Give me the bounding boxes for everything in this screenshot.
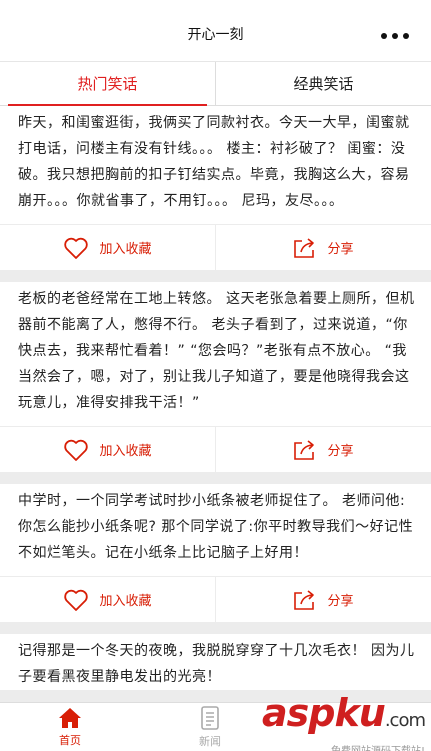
joke-list: 昨天，和闺蜜逛街，我俩买了同款衬衣。今天一大早，闺蜜就打电话，问楼主有没有针线。… <box>0 106 431 702</box>
joke-text: 中学时，一个同学考试时抄小纸条被老师捉住了。 老师问他:你怎么能抄小纸条呢? 那… <box>18 493 414 561</box>
joke-text: 昨天，和闺蜜逛街，我俩买了同款衬衣。今天一大早，闺蜜就打电话，问楼主有没有针线。… <box>18 115 410 209</box>
favorite-button[interactable]: 加入收藏 <box>0 225 215 270</box>
page-title: 开心一刻 <box>187 27 244 43</box>
watermark: aspku.com 免费网站源码下载站! <box>262 691 426 751</box>
joke-actions: 加入收藏 分享 <box>0 224 431 270</box>
joke-card: 老板的老爸经常在工地上转悠。 这天老张急着要上厕所，但机器前不能离了人，憋得不行… <box>0 282 431 472</box>
joke-card: 中学时，一个同学考试时抄小纸条被老师捉住了。 老师问他:你怎么能抄小纸条呢? 那… <box>0 484 431 622</box>
heart-icon <box>64 237 89 259</box>
share-icon <box>294 237 315 258</box>
heart-icon <box>64 589 89 611</box>
share-label: 分享 <box>327 242 354 257</box>
share-icon <box>294 439 315 460</box>
joke-actions: 加入收藏 分享 <box>0 426 431 472</box>
share-button[interactable]: 分享 <box>215 427 431 472</box>
news-icon <box>201 705 219 730</box>
joke-text: 老板的老爸经常在工地上转悠。 这天老张急着要上厕所，但机器前不能离了人，憋得不行… <box>18 291 415 411</box>
joke-actions: 加入收藏 分享 <box>0 576 431 622</box>
bottom-tab-news-label: 新闻 <box>199 734 221 748</box>
share-label: 分享 <box>327 444 354 459</box>
tab-classic-jokes[interactable]: 经典笑话 <box>215 62 431 105</box>
favorite-label: 加入收藏 <box>99 242 152 257</box>
tab-bar: 热门笑话 经典笑话 <box>0 62 431 106</box>
bottom-tab-home-label: 首页 <box>59 733 81 747</box>
joke-card: 记得那是一个冬天的夜晚，我脱脱穿穿了十几次毛衣！ 因为儿子要看黑夜里静电发出的光… <box>0 634 431 690</box>
share-label: 分享 <box>327 594 354 609</box>
home-icon <box>59 707 81 728</box>
heart-icon <box>64 439 89 461</box>
favorite-button[interactable]: 加入收藏 <box>0 427 215 472</box>
watermark-subtitle: 免费网站源码下载站! <box>262 742 425 751</box>
joke-text: 记得那是一个冬天的夜晚，我脱脱穿穿了十几次毛衣！ 因为儿子要看黑夜里静电发出的光… <box>18 643 415 685</box>
joke-card: 昨天，和闺蜜逛街，我俩买了同款衬衣。今天一大早，闺蜜就打电话，问楼主有没有针线。… <box>0 106 431 270</box>
bottom-tab-news[interactable]: 新闻 <box>140 703 280 751</box>
tab-hot-jokes[interactable]: 热门笑话 <box>0 62 215 106</box>
share-button[interactable]: 分享 <box>215 225 431 270</box>
watermark-logo: aspku.com <box>262 691 426 735</box>
share-icon <box>294 589 315 610</box>
bottom-tab-home[interactable]: 首页 <box>0 703 140 751</box>
share-button[interactable]: 分享 <box>215 577 431 622</box>
more-options-icon[interactable] <box>381 33 409 39</box>
favorite-label: 加入收藏 <box>99 444 152 459</box>
favorite-label: 加入收藏 <box>99 594 152 609</box>
favorite-button[interactable]: 加入收藏 <box>0 577 215 622</box>
app-header: 开心一刻 <box>0 0 431 62</box>
